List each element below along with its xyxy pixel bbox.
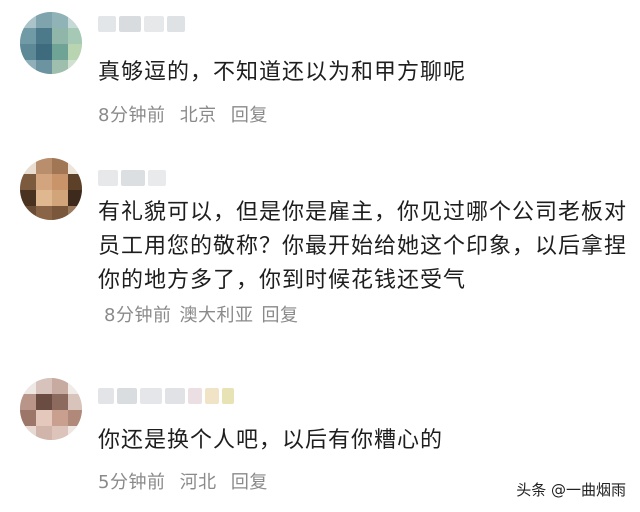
comment-meta: 8分钟前 澳大利亚 回复 <box>104 305 306 326</box>
comment-location: 北京 <box>179 105 217 126</box>
comment-time: 8分钟前 <box>104 305 172 326</box>
username-blurred[interactable] <box>98 168 166 188</box>
avatar[interactable] <box>20 378 82 440</box>
comment-meta: 8分钟前 北京 回复 <box>98 102 276 130</box>
comment-text: 有礼貌可以，但是你是雇主，你见过哪个公司老板对员工用您的敬称？你最开始给她这个印… <box>98 196 628 333</box>
watermark-text: 头条 @一曲烟雨 <box>516 481 626 499</box>
avatar[interactable] <box>20 158 82 220</box>
comment-meta: 5分钟前 河北 回复 <box>98 469 276 497</box>
comment-location: 澳大利亚 <box>179 305 254 326</box>
username-blurred[interactable] <box>98 386 234 406</box>
reply-button[interactable]: 回复 <box>261 305 298 326</box>
comment-location: 河北 <box>179 472 217 493</box>
username-blurred[interactable] <box>98 14 185 34</box>
comment-list-screen: 真够逗的，不知道还以为和甲方聊呢 8分钟前 北京 回复 有礼貌可以，但是你是雇主… <box>0 0 640 512</box>
reply-button[interactable]: 回复 <box>231 105 268 126</box>
comment-text: 你还是换个人吧，以后有你糟心的 <box>98 428 444 453</box>
comment-time: 5分钟前 <box>98 472 166 493</box>
comment-body: 有礼貌可以，但是你是雇主，你见过哪个公司老板对员工用您的敬称？你最开始给她这个印… <box>98 200 628 293</box>
avatar[interactable] <box>20 12 82 74</box>
comment-text: 真够逗的，不知道还以为和甲方聊呢 <box>98 60 467 85</box>
reply-button[interactable]: 回复 <box>231 472 268 493</box>
comment-time: 8分钟前 <box>98 105 166 126</box>
